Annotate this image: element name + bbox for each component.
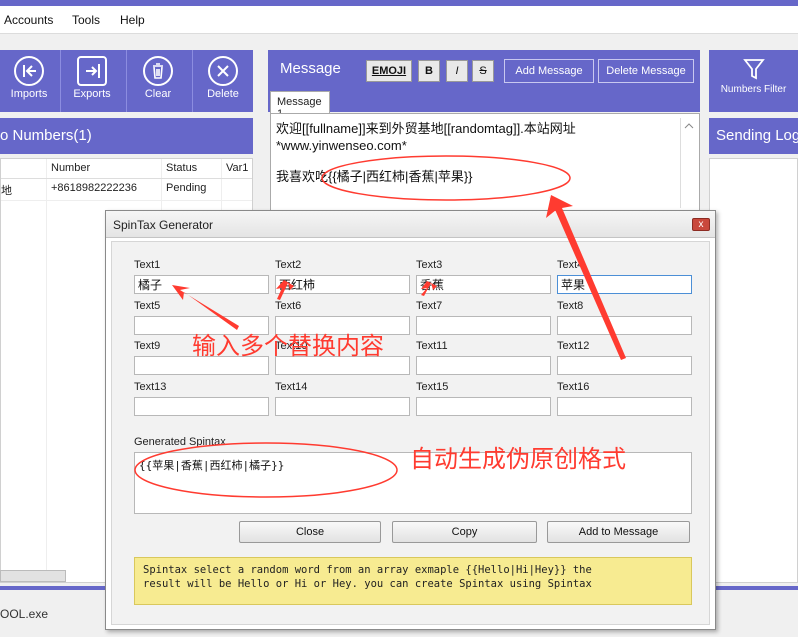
strikethrough-button[interactable]: S [472,60,494,82]
text14-input[interactable] [275,397,410,416]
row-number: +8618982222236 [51,182,137,194]
spintax-help-note: Spintax select a random word from an arr… [134,557,692,605]
grid-column-divider [46,159,47,582]
field-label-text1: Text1 [134,259,161,271]
filter-icon [742,59,765,80]
column-header-status[interactable]: Status [166,162,197,174]
add-to-message-button[interactable]: Add to Message [547,521,690,543]
toolbar: Imports Exports Clear Delete [0,50,253,112]
italic-button[interactable]: I [446,60,468,82]
field-label-text13: Text13 [134,381,167,393]
delete-label: Delete [207,88,239,100]
field-label-text2: Text2 [275,259,302,271]
delete-button[interactable]: Delete [194,50,252,112]
field-label-text7: Text7 [416,300,443,312]
dialog-title: SpinTax Generator [113,218,214,232]
field-label-text14: Text14 [275,381,308,393]
message-line-1: 欢迎[[fullname]]来到外贸基地[[randomtag]].本站网址 [276,121,576,136]
close-circle-icon [208,56,238,86]
menu-help[interactable]: Help [120,13,145,27]
text7-input[interactable] [416,316,551,335]
sending-log-title: Sending Log [709,118,798,154]
row-name: 地 [1,185,12,197]
imports-button[interactable]: Imports [0,50,58,112]
text1-input[interactable]: 橘子 [134,275,269,294]
text12-input[interactable] [557,356,692,375]
add-message-button[interactable]: Add Message [504,59,594,83]
table-row[interactable]: 地 +8618982222236 Pending [1,179,252,201]
field-label-text15: Text15 [416,381,449,393]
toolbar-separator [60,50,61,112]
trash-icon [143,56,173,86]
numbers-filter-button[interactable]: Numbers Filter [709,50,798,112]
message-text: 欢迎[[fullname]]来到外贸基地[[randomtag]].本站网址 *… [276,120,676,184]
export-icon [77,56,107,86]
field-label-text8: Text8 [557,300,584,312]
import-icon [14,56,44,86]
grid-header: Number Status Var1 [1,159,252,179]
message-line-3: 我喜欢吃{{橘子|西红柿|香蕉|苹果}} [276,169,473,184]
menu-accounts[interactable]: Accounts [4,13,53,27]
tab-message-1[interactable]: Message 1 [270,91,330,120]
field-label-text5: Text5 [134,300,161,312]
text13-input[interactable] [134,397,269,416]
field-label-text12: Text12 [557,340,590,352]
text8-input[interactable] [557,316,692,335]
annotation-auto-hint: 自动生成伪原创格式 [410,446,626,473]
imports-label: Imports [10,88,48,100]
field-label-text6: Text6 [275,300,302,312]
column-header-number[interactable]: Number [51,162,90,174]
sending-log-area [709,158,798,583]
field-label-text4: Text4 [557,259,584,271]
text3-input[interactable]: 香蕉 [416,275,551,294]
text15-input[interactable] [416,397,551,416]
numbers-panel-title: o Numbers(1) [0,118,253,154]
message-panel-header: Message EMOJI B I S Add Message Delete M… [268,50,700,112]
menu-bar: Accounts Tools Help [0,6,798,34]
field-label-text16: Text16 [557,381,590,393]
copy-button[interactable]: Copy [392,521,537,543]
field-label-text3: Text3 [416,259,443,271]
horizontal-scrollbar[interactable] [0,570,66,582]
note-line-2: result will be Hello or Hi or Hey. you c… [143,578,592,590]
menu-tools[interactable]: Tools [72,13,100,27]
column-header-var1[interactable]: Var1 [226,162,248,174]
annotation-input-hint: 输入多个替换内容 [192,333,384,360]
delete-message-button[interactable]: Delete Message [598,59,694,83]
dialog-titlebar[interactable]: SpinTax Generator x [106,211,715,238]
message-scrollbar[interactable] [680,118,696,208]
toolbar-separator [126,50,127,112]
toolbar-separator [192,50,193,112]
numbers-filter-label: Numbers Filter [720,84,787,95]
clear-button[interactable]: Clear [128,50,188,112]
row-status: Pending [166,182,207,194]
text16-input[interactable] [557,397,692,416]
status-text: OOL.exe [0,607,49,621]
dialog-scrollbar[interactable] [708,242,711,626]
note-line-1: Spintax select a random word from an arr… [143,564,592,576]
generated-spintax-label: Generated Spintax [134,436,226,448]
text11-input[interactable] [416,356,551,375]
dialog-close-icon[interactable]: x [692,218,710,231]
text2-input[interactable]: 西红柿 [275,275,410,294]
text4-input[interactable]: 苹果 [557,275,692,294]
message-line-2: *www.yinwenseo.com* [276,138,407,153]
clear-label: Clear [144,88,172,100]
close-button[interactable]: Close [239,521,381,543]
message-panel-title: Message [280,60,341,77]
emoji-button[interactable]: EMOJI [366,60,412,82]
exports-label: Exports [73,88,111,100]
bold-button[interactable]: B [418,60,440,82]
field-label-text9: Text9 [134,340,161,352]
exports-button[interactable]: Exports [62,50,122,112]
field-label-text11: Text11 [416,340,448,352]
